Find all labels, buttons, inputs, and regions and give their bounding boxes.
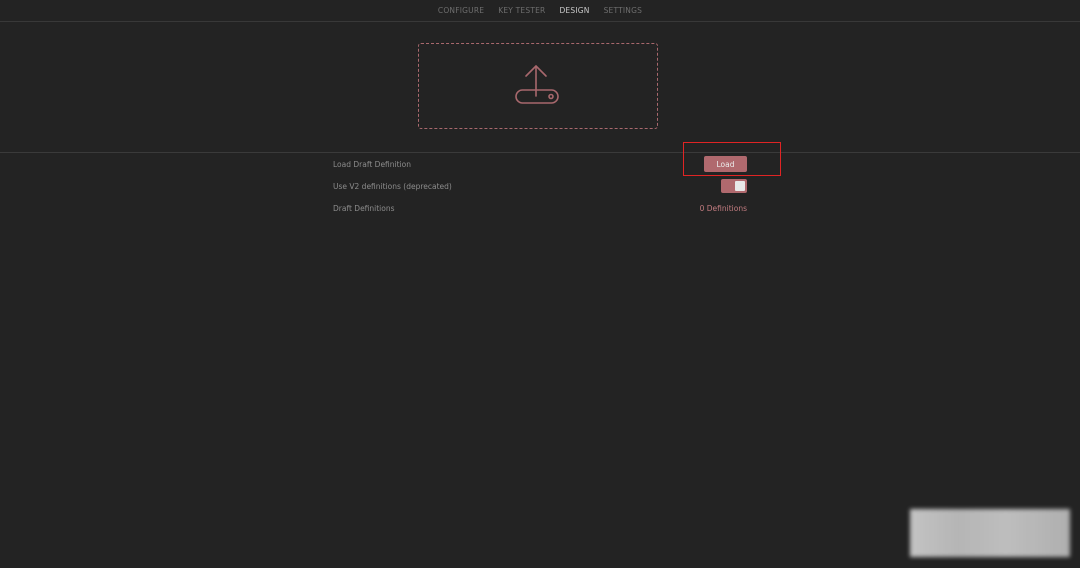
design-page: CONFIGURE KEY TESTER DESIGN SETTINGS Loa… [0, 0, 1080, 568]
definition-upload-dropzone[interactable] [418, 43, 658, 129]
top-navigation: CONFIGURE KEY TESTER DESIGN SETTINGS [0, 0, 1080, 22]
draft-definitions-row: Draft Definitions 0 Definitions [333, 199, 747, 217]
load-draft-row: Load Draft Definition Load [333, 155, 747, 173]
tab-design[interactable]: DESIGN [558, 6, 590, 15]
tab-configure[interactable]: CONFIGURE [437, 6, 485, 15]
load-draft-label: Load Draft Definition [333, 159, 411, 169]
v2-definitions-toggle[interactable] [721, 179, 747, 193]
draft-definitions-label: Draft Definitions [333, 203, 395, 213]
watermark [910, 509, 1070, 557]
draft-definitions-count: 0 Definitions [699, 203, 747, 213]
tab-key-tester[interactable]: KEY TESTER [497, 6, 546, 15]
section-divider [0, 152, 1080, 153]
upload-icon [515, 65, 559, 104]
tab-settings[interactable]: SETTINGS [603, 6, 644, 15]
load-button[interactable]: Load [704, 156, 747, 172]
v2-definitions-label: Use V2 definitions (deprecated) [333, 181, 452, 191]
toggle-knob [735, 181, 745, 191]
v2-definitions-row: Use V2 definitions (deprecated) [333, 177, 747, 195]
